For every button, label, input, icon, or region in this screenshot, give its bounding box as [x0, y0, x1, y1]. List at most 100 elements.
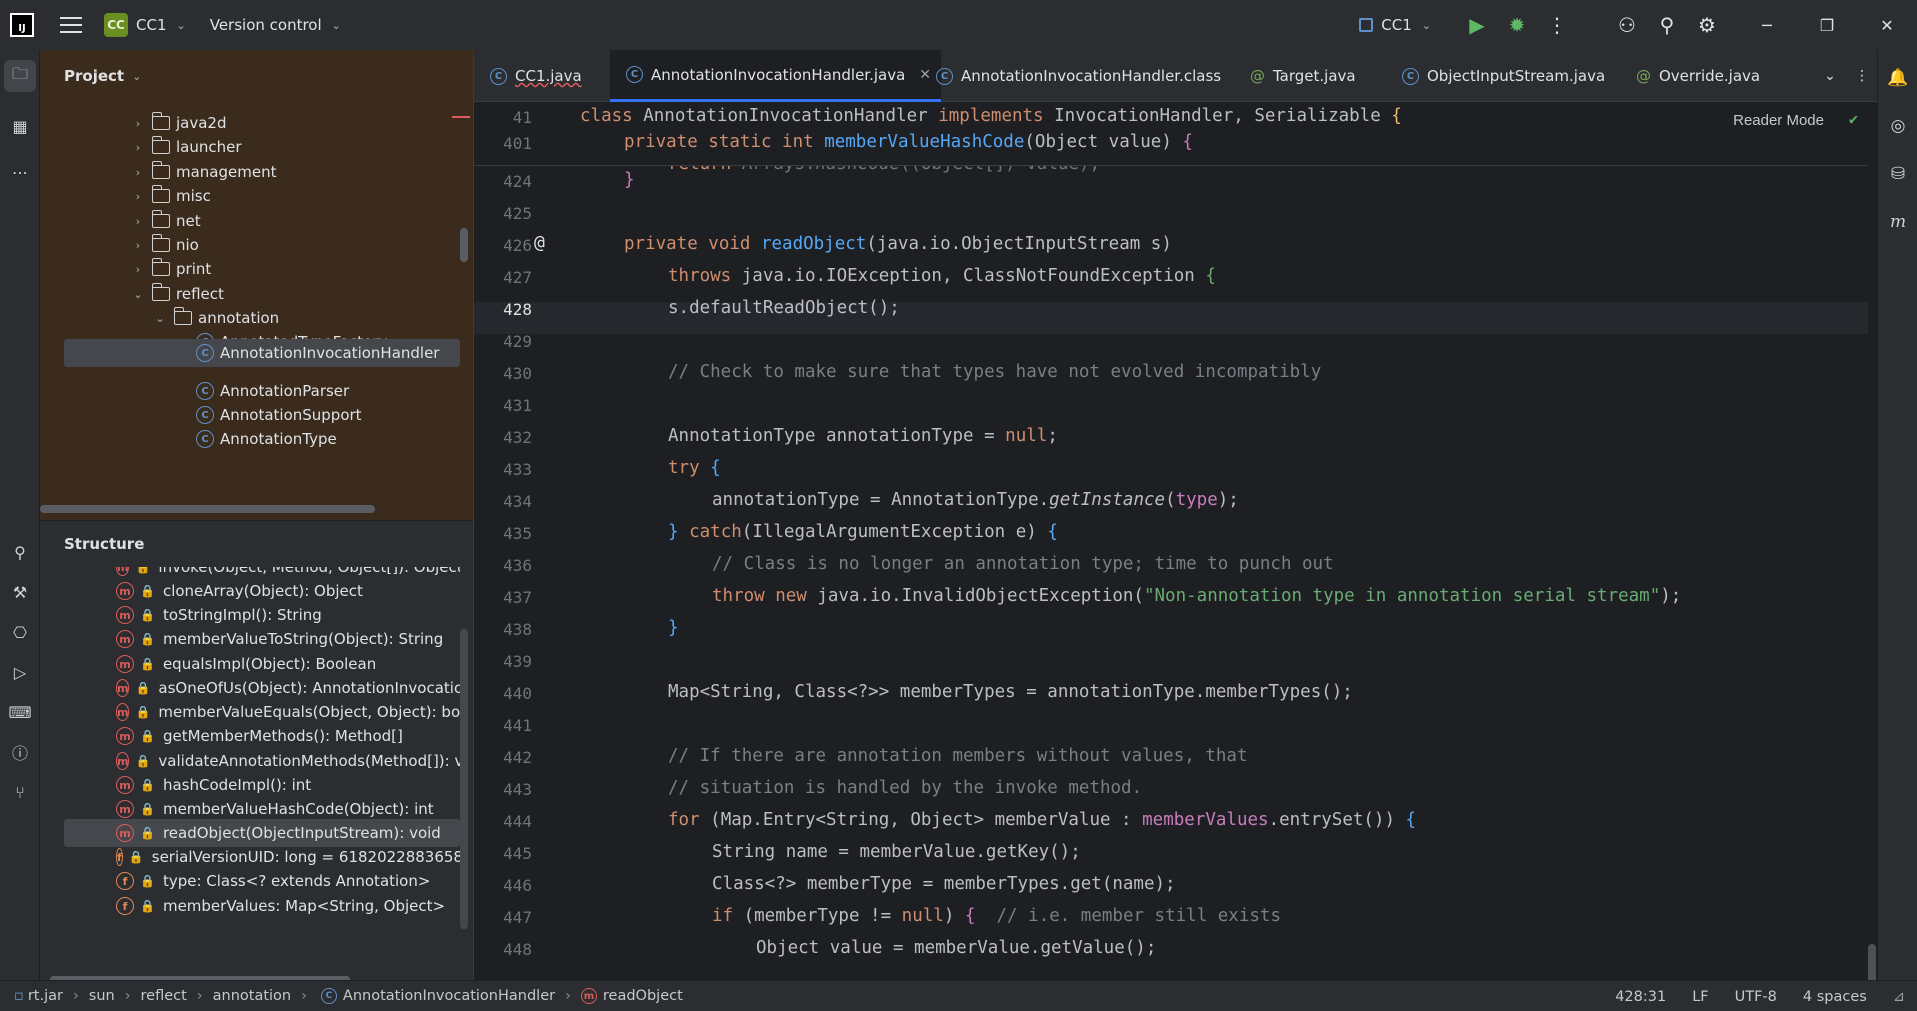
- structure-item[interactable]: f 🔒 memberValues: Map<String, Object>: [40, 892, 460, 920]
- debug-icon[interactable]: ✹: [1497, 0, 1537, 50]
- tree-item-print[interactable]: › print: [130, 255, 211, 283]
- method-icon: m: [116, 800, 134, 818]
- more-actions-icon[interactable]: ⋮: [1537, 0, 1577, 50]
- no-problems-check-icon[interactable]: ✔: [1849, 110, 1858, 128]
- line-separator[interactable]: LF: [1692, 989, 1708, 1005]
- chevron-right-icon[interactable]: ›: [130, 117, 146, 130]
- tab-list-chevron-icon[interactable]: ⌄: [1814, 68, 1846, 84]
- terminal-icon[interactable]: ⌨: [4, 696, 36, 728]
- tree-item-misc[interactable]: › misc: [130, 182, 211, 210]
- notifications-bell-icon[interactable]: 🔔: [1882, 62, 1914, 94]
- close-button[interactable]: ✕: [1857, 0, 1917, 50]
- main-menu-icon[interactable]: [60, 17, 82, 33]
- tree-item-launcher[interactable]: › launcher: [130, 133, 242, 161]
- caret-position[interactable]: 428:31: [1615, 989, 1666, 1005]
- tab-annotationinvocationhandler-java[interactable]: C AnnotationInvocationHandler.java ✕: [610, 50, 942, 102]
- structure-panel-title: Structure: [64, 535, 145, 553]
- tab-target-java[interactable]: @ Target.java: [1250, 50, 1356, 102]
- tree-item-annotationtype[interactable]: C AnnotationType: [192, 425, 337, 453]
- chevron-down-icon[interactable]: ⌄: [332, 19, 341, 32]
- reader-mode-toggle[interactable]: Reader Mode: [1733, 112, 1824, 129]
- minimize-button[interactable]: ─: [1737, 0, 1797, 50]
- project-vertical-scrollbar[interactable]: [460, 228, 468, 262]
- intellij-logo-icon[interactable]: IJ: [10, 13, 34, 37]
- structure-vertical-scrollbar[interactable]: [460, 629, 468, 929]
- structure-panel: Structure m 🔒 invoke(Object, Method, Objec…: [40, 520, 473, 982]
- add-user-icon[interactable]: ⚇: [1607, 0, 1647, 50]
- chevron-down-icon[interactable]: ⌄: [130, 288, 146, 301]
- chevron-right-icon[interactable]: ›: [130, 215, 146, 228]
- chevron-right-icon[interactable]: ›: [130, 141, 146, 154]
- chevron-right-icon[interactable]: ›: [130, 190, 146, 203]
- ai-assistant-icon[interactable]: ◎: [1882, 110, 1914, 142]
- breadcrumb-item[interactable]: annotation: [213, 988, 291, 1004]
- tab-label: CC1.java: [515, 67, 582, 85]
- close-tab-icon[interactable]: ✕: [919, 67, 931, 83]
- chevron-right-icon[interactable]: ›: [130, 263, 146, 276]
- method-icon: m: [116, 630, 134, 648]
- find-icon[interactable]: ⚲: [4, 536, 36, 568]
- breadcrumb-item[interactable]: reflect: [141, 988, 187, 1004]
- run-tool-icon[interactable]: ▷: [4, 656, 36, 688]
- folder-icon: [151, 258, 170, 276]
- maven-icon[interactable]: m: [1882, 206, 1914, 238]
- settings-gear-icon[interactable]: ⚙: [1687, 0, 1727, 50]
- folder-icon: [151, 210, 170, 228]
- tab-more-icon[interactable]: ⋮: [1846, 68, 1878, 84]
- problems-icon[interactable]: ⓘ: [4, 736, 36, 768]
- tab-annotationinvocationhandler-class[interactable]: C AnnotationInvocationHandler.class: [936, 50, 1221, 102]
- tab-label: Override.java: [1659, 67, 1761, 85]
- database-icon[interactable]: ⛁: [1882, 158, 1914, 190]
- structure-icon[interactable]: ▦: [4, 110, 36, 142]
- structure-item[interactable]: m 🔒 memberValueToString(Object): String: [40, 625, 460, 653]
- git-branch-icon[interactable]: ⑂: [4, 776, 36, 808]
- tree-item-label: net: [176, 212, 201, 230]
- line-number: 424: [503, 172, 532, 191]
- chevron-down-icon[interactable]: ⌄: [132, 70, 141, 83]
- build-hammer-icon[interactable]: ⚒: [4, 576, 36, 608]
- lock-icon: 🔒: [140, 899, 155, 913]
- structure-item-label: getMemberMethods(): Method[]: [162, 727, 403, 745]
- project-folder-icon[interactable]: 🗀: [4, 60, 36, 92]
- tab-objectinputstream-java[interactable]: C ObjectInputStream.java: [1402, 50, 1605, 102]
- project-horizontal-scrollbar[interactable]: [40, 505, 375, 513]
- chevron-right-icon[interactable]: ›: [130, 239, 146, 252]
- structure-item-label: memberValueToString(Object): String: [162, 630, 444, 648]
- override-gutter-icon[interactable]: @: [534, 232, 556, 254]
- file-encoding[interactable]: UTF-8: [1735, 989, 1777, 1005]
- run-configuration-selector[interactable]: CC1 ⌄: [1359, 16, 1431, 34]
- tree-item-annotationinvocationhandler[interactable]: C AnnotationInvocationHandler: [64, 339, 460, 367]
- breadcrumb-item[interactable]: sun: [89, 988, 115, 1004]
- breadcrumb-item[interactable]: rt.jar: [28, 988, 63, 1004]
- line-number: 448: [503, 940, 532, 959]
- structure-item[interactable]: f 🔒 type: Class<? extends Annotation>: [40, 867, 460, 895]
- tree-item-label: AnnotationInvocationHandler: [220, 344, 440, 362]
- project-panel-header[interactable]: Project ⌄: [40, 50, 473, 102]
- structure-item[interactable]: m 🔒 getMemberMethods(): Method[]: [40, 722, 460, 750]
- code-line: Map<String, Class<?>> memberTypes = anno…: [668, 682, 1353, 702]
- class-icon: C: [626, 66, 643, 83]
- project-badge[interactable]: CC: [104, 13, 128, 37]
- restore-button[interactable]: ❐: [1797, 0, 1857, 50]
- breadcrumb-item[interactable]: AnnotationInvocationHandler: [343, 988, 555, 1004]
- run-icon[interactable]: ▶: [1457, 0, 1497, 50]
- method-icon: m: [116, 752, 130, 770]
- code-line: s.defaultReadObject();: [668, 298, 900, 318]
- more-tools-icon[interactable]: ⋯: [4, 156, 36, 188]
- indent-setting[interactable]: 4 spaces: [1803, 989, 1867, 1005]
- chevron-down-icon[interactable]: ⌄: [177, 19, 186, 32]
- breadcrumb-item[interactable]: readObject: [603, 988, 683, 1004]
- version-control-menu[interactable]: Version control: [210, 16, 322, 34]
- code-comment: // If there are annotation members witho…: [668, 746, 1248, 766]
- tab-cc1-java[interactable]: C CC1.java: [490, 50, 582, 102]
- chevron-right-icon[interactable]: ›: [130, 166, 146, 179]
- search-icon[interactable]: ⚲: [1647, 0, 1687, 50]
- method-icon: m: [116, 824, 134, 842]
- services-icon[interactable]: ⎔: [4, 616, 36, 648]
- code-area[interactable]: 41 class AnnotationInvocationHandler imp…: [474, 102, 1878, 1002]
- chevron-down-icon[interactable]: ⌄: [152, 312, 168, 325]
- tab-override-java[interactable]: @ Override.java: [1636, 50, 1760, 102]
- lock-status-icon[interactable]: ⊿: [1893, 989, 1905, 1005]
- editor-tab-bar: C CC1.java C AnnotationInvocationHandler.j…: [474, 50, 1878, 102]
- project-name[interactable]: CC1: [136, 16, 167, 34]
